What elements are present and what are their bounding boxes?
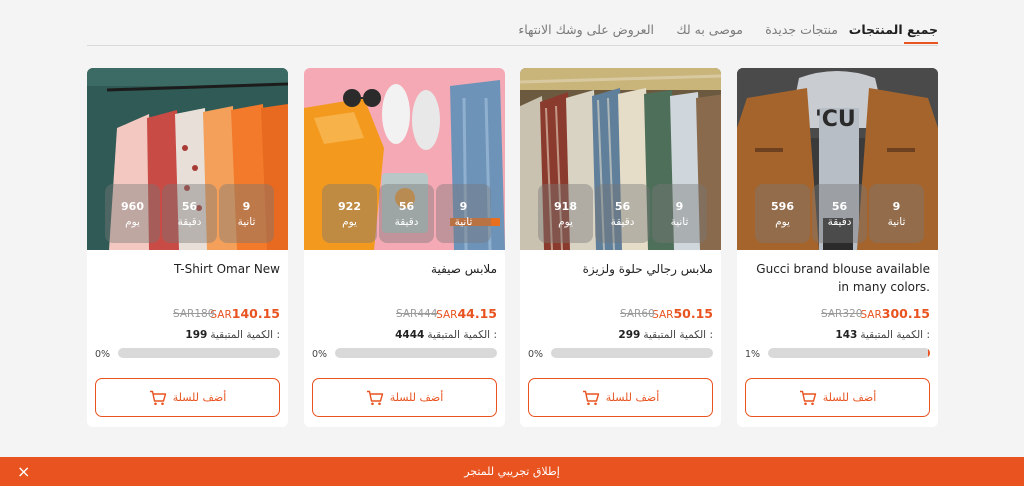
- beta-launch-banner: إطلاق تجريبي للمتجر ×: [0, 457, 1024, 486]
- countdown: 918 يوم 56 دقيقة 9 ثانية: [536, 184, 707, 243]
- countdown-days: 922 يوم: [322, 184, 377, 243]
- close-icon[interactable]: ×: [17, 462, 30, 481]
- countdown: 960 يوم 56 دقيقة 9 ثانية: [103, 184, 274, 243]
- progress-percent: 1%: [745, 349, 761, 360]
- remaining-quantity: 4444 الكمية المتبقية :: [395, 329, 497, 341]
- category-tabs: جميع المنتجات منتجات جديدة موصى به لك ال…: [0, 0, 1024, 46]
- tab-recommended[interactable]: موصى به لك: [676, 22, 743, 37]
- stock-progress-bar: [551, 348, 713, 358]
- tab-all-products[interactable]: جميع المنتجات: [849, 22, 939, 44]
- product-card[interactable]: 960 يوم 56 دقيقة 9 ثانية T-Shirt Omar New S…: [87, 68, 288, 427]
- tab-new-products[interactable]: منتجات جديدة: [765, 22, 838, 37]
- progress-percent: 0%: [528, 349, 544, 360]
- stock-progress-bar: [335, 348, 497, 358]
- countdown-minutes: 56 دقيقة: [595, 184, 650, 243]
- old-price: SAR444: [396, 308, 438, 320]
- old-price: SAR60: [620, 308, 655, 320]
- banner-text: إطلاق تجريبي للمتجر: [464, 465, 560, 478]
- remaining-quantity: 199 الكمية المتبقية :: [185, 329, 280, 341]
- countdown-seconds: 9 ثانية: [219, 184, 274, 243]
- stock-progress-bar: [768, 348, 930, 358]
- product-image[interactable]: 960 يوم 56 دقيقة 9 ثانية: [87, 68, 288, 250]
- product-title[interactable]: ملابس رجالي حلوة ولزيزة: [528, 260, 713, 278]
- tab-ending-offers[interactable]: العروض على وشك الانتهاء: [518, 22, 654, 37]
- countdown-days: 918 يوم: [538, 184, 593, 243]
- add-to-cart-button[interactable]: أضف للسلة: [95, 378, 280, 417]
- product-price: SAR44.15: [436, 306, 497, 321]
- progress-percent: 0%: [312, 349, 328, 360]
- old-price: SAR180: [173, 308, 215, 320]
- product-title[interactable]: ملابس صيفية: [312, 260, 497, 278]
- cart-icon: [149, 390, 166, 405]
- stock-progress-fill: [928, 348, 930, 358]
- product-price: SAR140.15: [210, 306, 280, 321]
- cart-icon: [366, 390, 383, 405]
- countdown-days: 596 يوم: [755, 184, 810, 243]
- countdown-minutes: 56 دقيقة: [162, 184, 217, 243]
- tabs-divider: [87, 45, 938, 46]
- product-title[interactable]: T-Shirt Omar New: [95, 260, 280, 278]
- remaining-quantity: 143 الكمية المتبقية :: [835, 329, 930, 341]
- countdown-seconds: 9 ثانية: [869, 184, 924, 243]
- add-to-cart-button[interactable]: أضف للسلة: [745, 378, 930, 417]
- countdown: 596 يوم 56 دقيقة 9 ثانية: [753, 184, 924, 243]
- product-price: SAR300.15: [860, 306, 930, 321]
- product-image[interactable]: 918 يوم 56 دقيقة 9 ثانية: [520, 68, 721, 250]
- add-to-cart-button[interactable]: أضف للسلة: [312, 378, 497, 417]
- old-price: SAR320: [821, 308, 863, 320]
- countdown: 922 يوم 56 دقيقة 9 ثانية: [320, 184, 491, 243]
- product-image[interactable]: 'CU 596 يوم 56 دقيقة 9 ثانية: [737, 68, 938, 250]
- product-card[interactable]: 'CU 596 يوم 56 دقيقة 9 ثانية Gucci brand bl…: [737, 68, 938, 427]
- countdown-minutes: 56 دقيقة: [812, 184, 867, 243]
- stock-progress-bar: [118, 348, 280, 358]
- remaining-quantity: 299 الكمية المتبقية :: [618, 329, 713, 341]
- countdown-days: 960 يوم: [105, 184, 160, 243]
- countdown-seconds: 9 ثانية: [652, 184, 707, 243]
- cart-icon: [799, 390, 816, 405]
- svg-text:'CU: 'CU: [815, 107, 856, 132]
- progress-percent: 0%: [95, 349, 111, 360]
- product-card[interactable]: 918 يوم 56 دقيقة 9 ثانية ملابس رجالي حلوة و…: [520, 68, 721, 427]
- countdown-seconds: 9 ثانية: [436, 184, 491, 243]
- cart-icon: [582, 390, 599, 405]
- product-image[interactable]: 922 يوم 56 دقيقة 9 ثانية: [304, 68, 505, 250]
- product-price: SAR50.15: [652, 306, 713, 321]
- product-title[interactable]: Gucci brand blouse available in many col…: [745, 260, 930, 296]
- product-card[interactable]: 922 يوم 56 دقيقة 9 ثانية ملابس صيفية SAR44.…: [304, 68, 505, 427]
- add-to-cart-button[interactable]: أضف للسلة: [528, 378, 713, 417]
- countdown-minutes: 56 دقيقة: [379, 184, 434, 243]
